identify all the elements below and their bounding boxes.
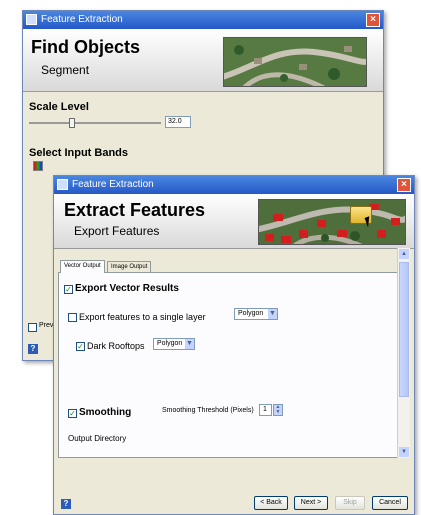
back-window-title: Feature Extraction	[41, 14, 123, 25]
scale-level-value[interactable]: 32.0	[165, 116, 191, 128]
vertical-scrollbar[interactable]: ▲ ▼	[397, 248, 410, 458]
app-icon	[57, 179, 68, 190]
scale-level-label: Scale Level	[29, 101, 89, 113]
app-icon	[26, 14, 37, 25]
front-window-title: Feature Extraction	[72, 179, 154, 190]
scroll-up-arrow-icon[interactable]: ▲	[399, 249, 409, 259]
single-layer-label: Export features to a single layer	[79, 312, 206, 322]
preview-label: Prev	[39, 322, 54, 329]
back-button[interactable]: < Back	[254, 496, 288, 510]
cancel-button[interactable]: Cancel	[372, 496, 408, 510]
export-vector-results-label: Export Vector Results	[75, 283, 179, 294]
next-button[interactable]: Next >	[294, 496, 328, 510]
vector-output-panel: ✓ Export Vector Results Export features …	[58, 272, 399, 458]
close-icon[interactable]: ×	[397, 178, 411, 192]
smoothing-checkbox[interactable]: ✓	[68, 409, 77, 418]
smoothing-threshold-spinner[interactable]: ▲ ▼	[273, 404, 283, 416]
close-icon[interactable]: ×	[366, 13, 380, 27]
aerial-rooftops-image	[258, 199, 406, 245]
smoothing-threshold-label: Smoothing Threshold (Pixels)	[162, 407, 254, 414]
scroll-down-arrow-icon[interactable]: ▼	[399, 447, 409, 457]
chevron-down-icon: ▼	[185, 339, 194, 349]
step-subtitle: Segment	[41, 63, 90, 77]
skip-button[interactable]: Skip	[335, 496, 365, 510]
aerial-thumbnail-image	[223, 37, 367, 87]
tab-vector-output[interactable]: Vector Output	[60, 260, 105, 273]
single-layer-checkbox[interactable]	[68, 313, 77, 322]
scrollbar-thumb[interactable]	[399, 262, 409, 397]
chevron-down-icon: ▼	[268, 309, 277, 319]
back-window-titlebar[interactable]: Feature Extraction ×	[23, 11, 383, 29]
single-layer-select[interactable]: Polygon ▼	[234, 308, 278, 320]
output-directory-label: Output Directory	[68, 434, 127, 443]
slider-thumb[interactable]	[69, 118, 75, 128]
preview-checkbox[interactable]	[28, 323, 37, 332]
step-subtitle: Export Features	[74, 224, 160, 238]
dark-rooftops-label: Dark Rooftops	[87, 341, 145, 351]
front-window-header: Extract Features Export Features	[54, 194, 414, 249]
scale-level-slider[interactable]	[29, 118, 161, 128]
dark-rooftops-select[interactable]: Polygon ▼	[153, 338, 195, 350]
step-title: Find Objects	[31, 37, 141, 57]
export-vector-results-checkbox[interactable]: ✓	[64, 285, 73, 294]
smoothing-label: Smoothing	[79, 407, 132, 418]
front-window-titlebar[interactable]: Feature Extraction ×	[54, 176, 414, 194]
dark-rooftops-checkbox[interactable]: ✓	[76, 342, 85, 351]
front-window: Feature Extraction × Extract Features Ex…	[53, 175, 415, 515]
smoothing-threshold-input[interactable]: 1	[259, 404, 272, 416]
help-icon[interactable]: ?	[61, 499, 71, 509]
input-bands-icon[interactable]	[33, 161, 43, 171]
help-icon[interactable]: ?	[28, 344, 38, 354]
back-window-header: Find Objects Segment	[23, 29, 383, 92]
select-input-bands-label: Select Input Bands	[29, 147, 129, 159]
step-title: Extract Features	[64, 200, 206, 220]
